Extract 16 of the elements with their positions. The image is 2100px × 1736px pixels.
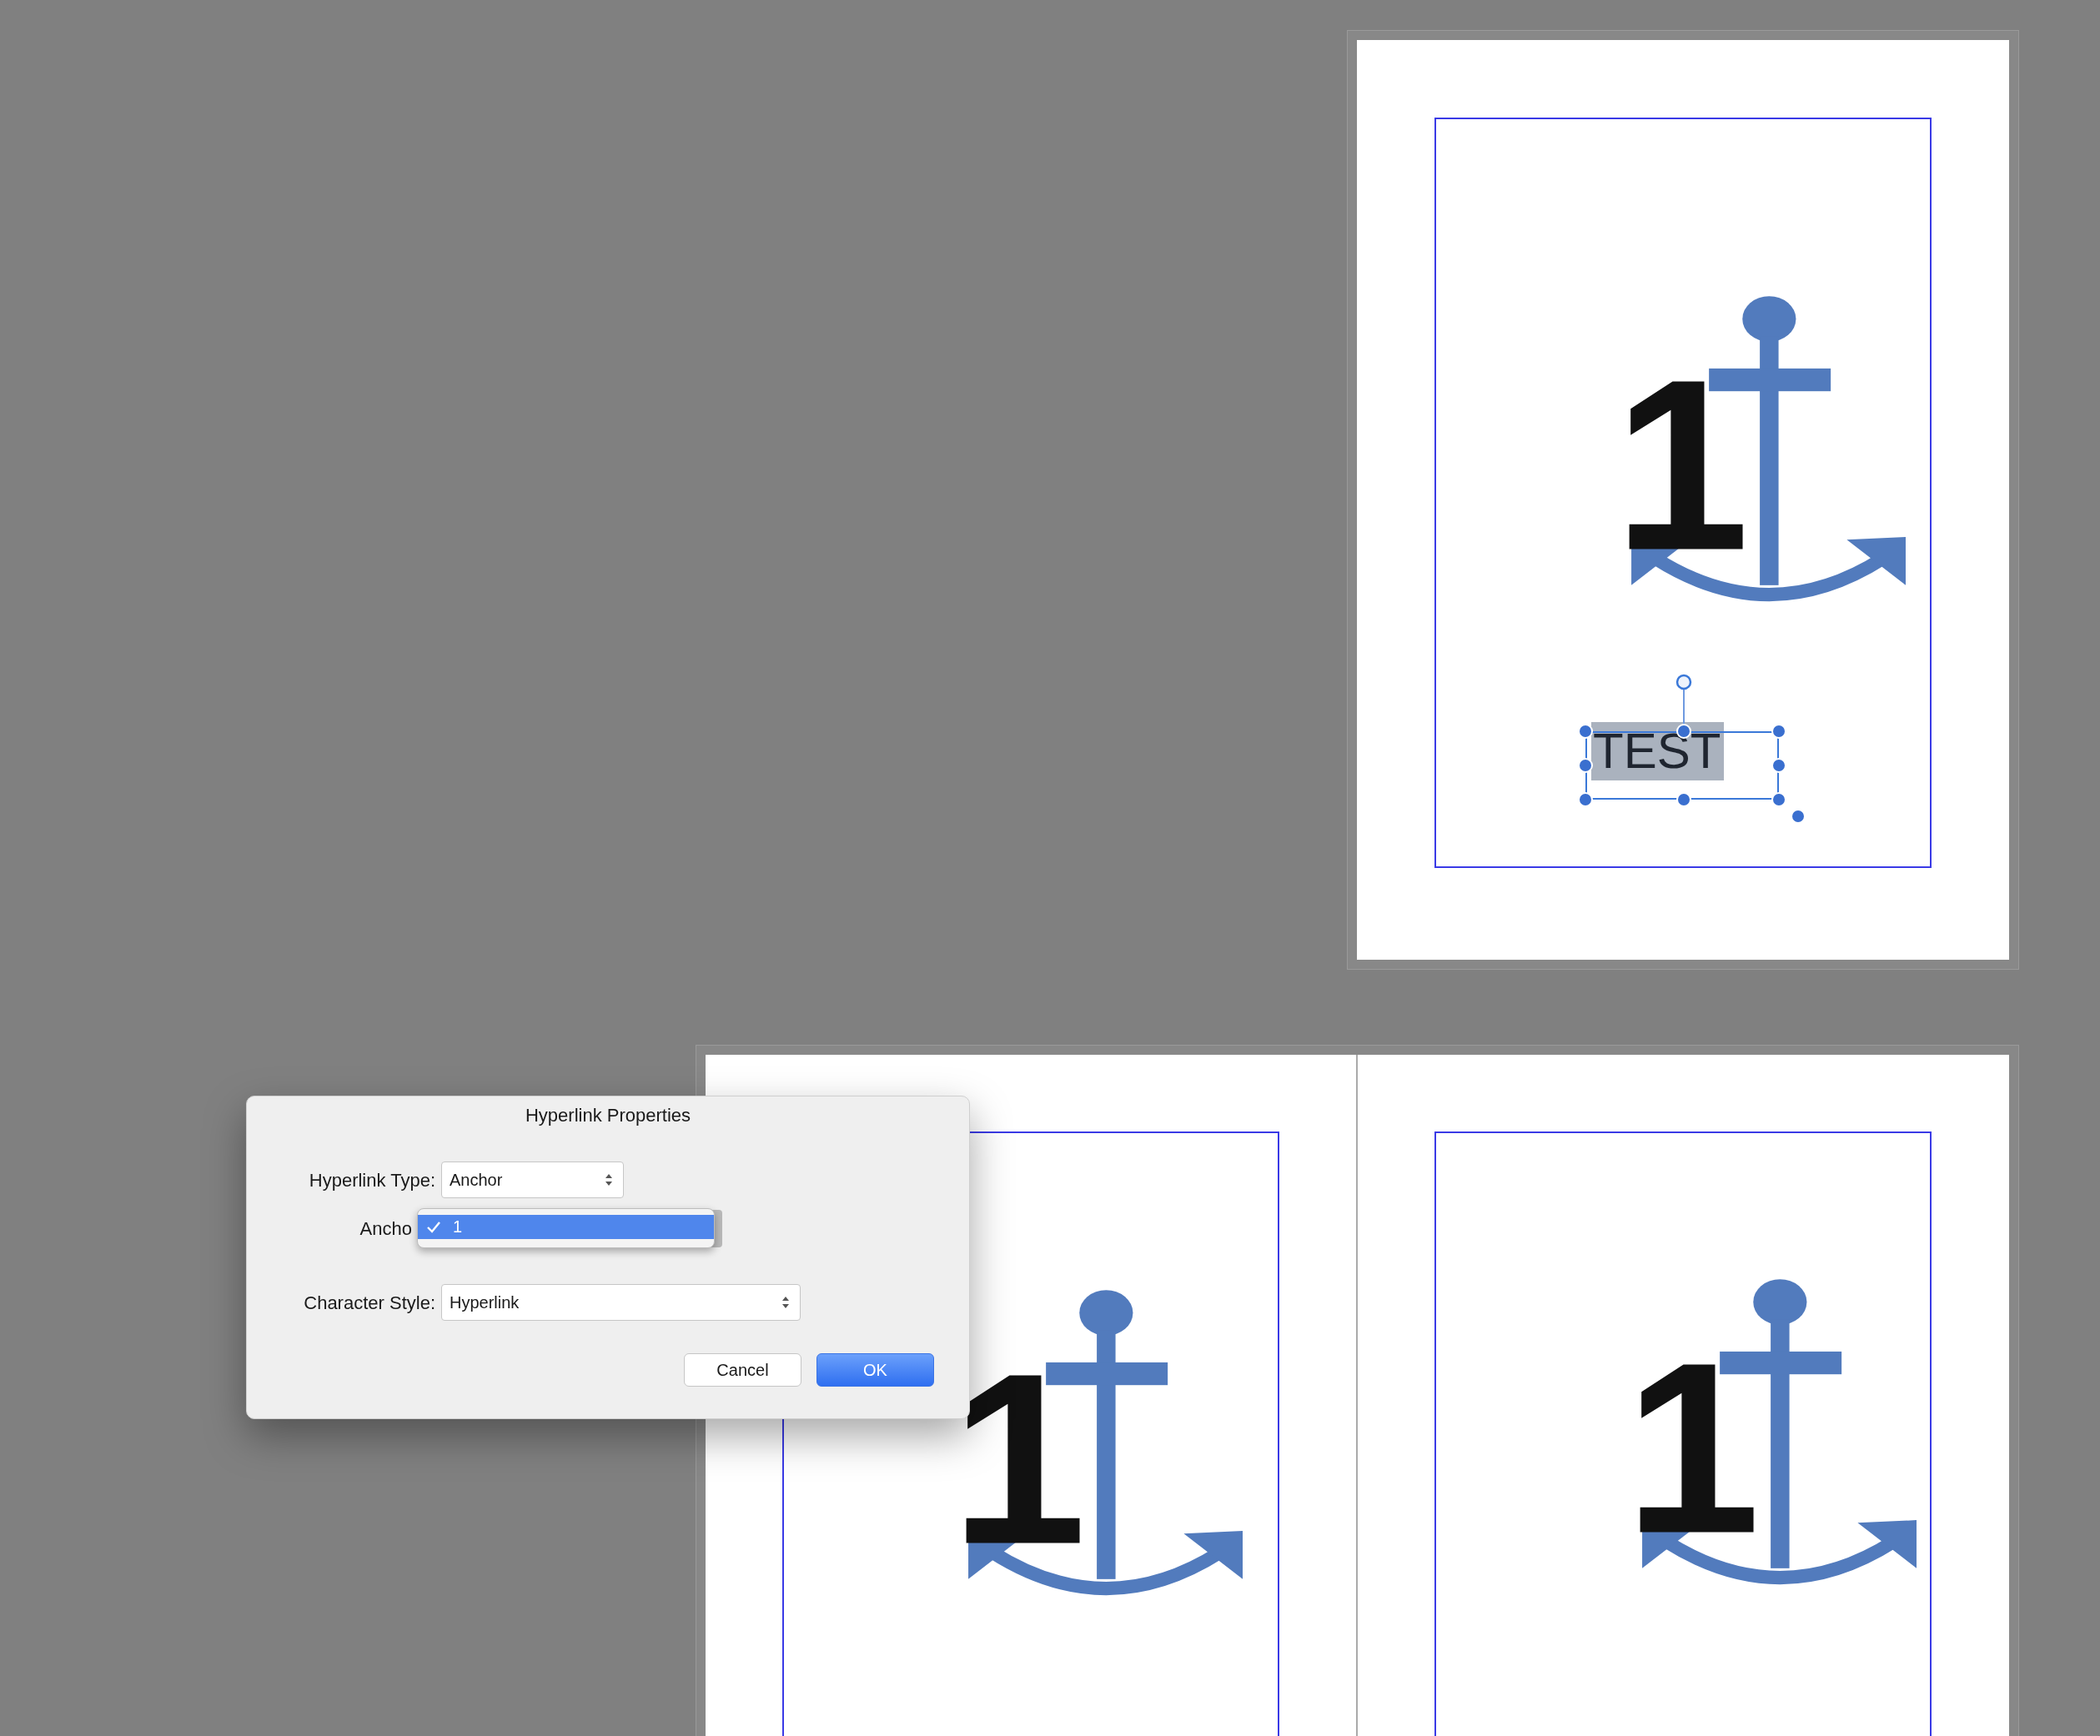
dialog-title: Hyperlink Properties bbox=[524, 1105, 692, 1126]
field-label: Character Style: bbox=[304, 1292, 435, 1314]
page-number: 1 bbox=[1614, 329, 1750, 601]
checkmark-icon bbox=[426, 1220, 441, 1234]
field-label: Hyperlink Type: bbox=[309, 1170, 435, 1192]
page-number: 1 bbox=[1625, 1312, 1761, 1584]
field-label: Ancho bbox=[359, 1218, 412, 1240]
stepper-icon bbox=[605, 1172, 613, 1187]
page-number: 1 bbox=[951, 1322, 1087, 1595]
dialog-button[interactable]: Cancel bbox=[684, 1353, 801, 1387]
dropdown-field[interactable]: Anchor bbox=[441, 1162, 624, 1198]
dropdown-field[interactable]: Hyperlink bbox=[441, 1284, 801, 1321]
stepper-icon bbox=[781, 1295, 790, 1310]
menu-item[interactable]: 1 bbox=[418, 1215, 714, 1239]
selection-frame-drawing[interactable] bbox=[1578, 674, 1806, 824]
frame-text: TEST bbox=[1591, 722, 1725, 780]
